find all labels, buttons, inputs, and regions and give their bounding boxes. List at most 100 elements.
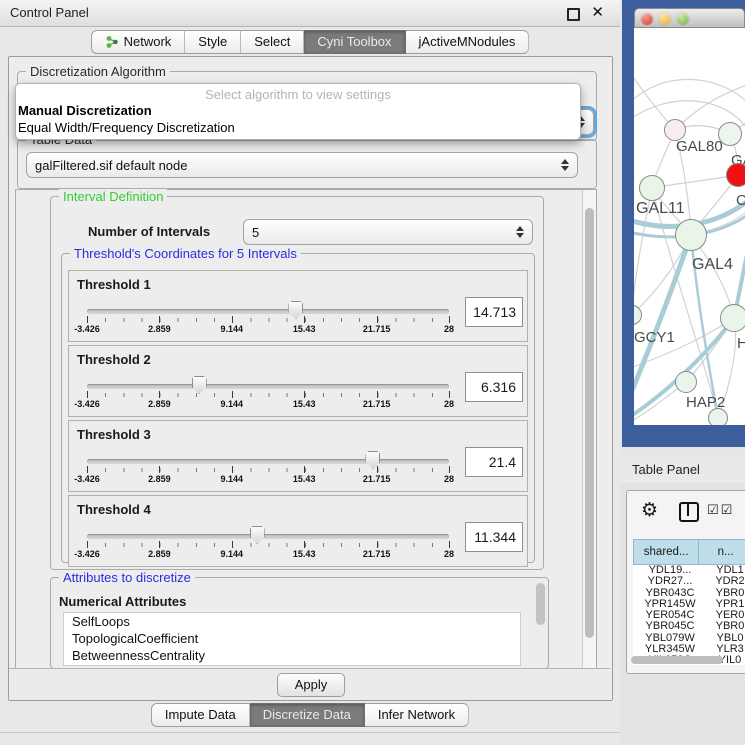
attribute-list-item[interactable]: TopologicalCoefficient <box>64 630 520 647</box>
threshold-3-value-field[interactable]: 21.4 <box>465 447 523 477</box>
network-node-label: GAL80 <box>676 138 723 155</box>
slider-tick-label: 15.43 <box>293 324 316 334</box>
threshold-4-value-field[interactable]: 11.344 <box>465 522 523 552</box>
table-cell: YBR0 <box>707 588 745 599</box>
close-traffic-light-icon[interactable] <box>641 13 653 25</box>
float-window-icon[interactable] <box>567 8 580 21</box>
network-node[interactable] <box>675 219 707 251</box>
threshold-3-label: Threshold 3 <box>77 427 151 442</box>
table-cell: YPR1 <box>707 599 745 610</box>
threshold-3-slider-track[interactable] <box>87 459 449 464</box>
threshold-1-value-field[interactable]: 14.713 <box>465 297 523 327</box>
threshold-3-row: Threshold 3 -3.4262.8599.14415.4321.7152… <box>68 420 528 492</box>
table-row[interactable]: YBR045C YBR0 <box>633 621 745 632</box>
number-of-intervals-combobox[interactable]: 5 <box>243 219 533 245</box>
control-panel-title: Control Panel <box>10 5 89 20</box>
columns-icon[interactable] <box>679 502 699 522</box>
popup-option-equal-width-frequency[interactable]: Equal Width/Frequency Discretization <box>16 119 580 136</box>
control-panel-window: Control Panel ✕ Network Style Select Cyn… <box>0 0 620 745</box>
table-rows: YDL19... YDL1 YDR27... YDR2 YBR043C YBR0 <box>633 565 745 665</box>
bottom-tab-bar: Impute Data Discretize Data Infer Networ… <box>0 703 620 727</box>
slider-major-tick <box>159 466 160 473</box>
table-cell: YDL19... <box>633 565 707 576</box>
checkboxes-icon[interactable]: ☑☑ <box>707 503 734 518</box>
settings-scrollbar-thumb[interactable] <box>585 208 594 638</box>
attributes-list-scrollbar[interactable] <box>536 583 545 625</box>
network-node[interactable] <box>639 175 665 201</box>
network-node-label: GCY1 <box>634 329 675 346</box>
top-tab-bar: Network Style Select Cyni Toolbox jActiv… <box>0 30 620 54</box>
threshold-1-slider-track[interactable] <box>87 309 449 314</box>
settings-scrollbar-track[interactable] <box>582 190 596 668</box>
tab-jactivemnodules[interactable]: jActiveMNodules <box>406 30 530 54</box>
table-row[interactable]: YBR043C YBR0 <box>633 588 745 599</box>
tab-discretize-data[interactable]: Discretize Data <box>250 703 365 727</box>
table-data-combobox[interactable]: galFiltered.sif default node <box>26 152 578 178</box>
threshold-2-label: Threshold 2 <box>77 352 151 367</box>
table-data-combobox-value: galFiltered.sif default node <box>35 158 561 173</box>
table-row[interactable]: YLR345W YLR3 <box>633 644 745 655</box>
tab-select[interactable]: Select <box>241 30 304 54</box>
threshold-4-slider-track[interactable] <box>87 534 449 539</box>
network-node[interactable] <box>726 163 745 187</box>
slider-major-tick <box>304 466 305 473</box>
table-panel-titlebar: Table Panel <box>620 455 745 484</box>
table-row[interactable]: YDR27... YDR2 <box>633 576 745 587</box>
tab-infer-network[interactable]: Infer Network <box>365 703 469 727</box>
tab-impute-data[interactable]: Impute Data <box>151 703 250 727</box>
table-cell: YDR27... <box>633 576 707 587</box>
network-node[interactable] <box>675 371 697 393</box>
tab-style[interactable]: Style <box>185 30 241 54</box>
tab-network[interactable]: Network <box>91 30 186 54</box>
threshold-2-slider-track[interactable] <box>87 384 449 389</box>
threshold-2-value-field[interactable]: 6.316 <box>465 372 523 402</box>
slider-major-tick <box>232 316 233 323</box>
table-row[interactable]: YPR145W YPR1 <box>633 599 745 610</box>
slider-tick-labels: -3.4262.8599.14415.4321.71528 <box>87 474 449 486</box>
slider-tick-label: 9.144 <box>221 549 244 559</box>
tab-cyni-toolbox[interactable]: Cyni Toolbox <box>304 30 405 54</box>
popup-option-manual-discretization[interactable]: Manual Discretization <box>16 102 580 119</box>
slider-tick-label: 9.144 <box>221 324 244 334</box>
network-node[interactable] <box>718 122 742 146</box>
slider-tick-label: 28 <box>444 324 454 334</box>
attribute-list-item[interactable]: SelfLoops <box>64 613 520 630</box>
column-header-name[interactable]: n... <box>699 539 745 565</box>
attribute-list-item[interactable]: BetweennessCentrality <box>64 647 520 664</box>
slider-tick-label: -3.426 <box>74 324 100 334</box>
interval-definition-groupbox: Interval Definition Number of Intervals … <box>50 196 544 570</box>
slider-major-tick <box>87 316 88 323</box>
network-node[interactable] <box>720 304 745 332</box>
table-cell: YER054C <box>633 610 707 621</box>
slider-major-tick <box>159 541 160 548</box>
table-row[interactable]: YDL19... YDL1 <box>633 565 745 576</box>
minimize-traffic-light-icon[interactable] <box>659 13 671 25</box>
attributes-groupbox: Attributes to discretize Numerical Attri… <box>50 577 549 669</box>
zoom-traffic-light-icon[interactable] <box>677 13 689 25</box>
slider-tick-label: 21.715 <box>363 324 391 334</box>
apply-button[interactable]: Apply <box>277 673 345 697</box>
network-node[interactable] <box>708 408 728 425</box>
column-header-shared-name[interactable]: shared... <box>633 539 699 565</box>
table-horizontal-scrollbar[interactable] <box>631 656 723 664</box>
slider-tick-label: -3.426 <box>74 399 100 409</box>
slider-tick-label: 2.859 <box>148 549 171 559</box>
number-of-intervals-value: 5 <box>252 225 516 240</box>
slider-tick-labels: -3.4262.8599.14415.4321.71528 <box>87 399 449 411</box>
table-row[interactable]: YER054C YER0 <box>633 610 745 621</box>
close-icon[interactable]: ✕ <box>591 3 604 21</box>
slider-major-tick <box>304 391 305 398</box>
table-row[interactable]: YBL079W YBL0 <box>633 633 745 644</box>
slider-major-tick <box>87 391 88 398</box>
table-cell: YLR3 <box>707 644 745 655</box>
numerical-attributes-list: SelfLoopsTopologicalCoefficientBetweenne… <box>63 612 521 666</box>
network-node-label: GAL11 <box>636 200 685 218</box>
threshold-4-row: Threshold 4 -3.4262.8599.14415.4321.7152… <box>68 495 528 567</box>
table-cell: YLR345W <box>633 644 707 655</box>
network-canvas[interactable]: GAL80GACGAL11GAL4GCY1HHAP2 <box>634 28 745 425</box>
slider-major-tick <box>87 541 88 548</box>
slider-tick-label: 9.144 <box>221 474 244 484</box>
tab-infer-network-label: Infer Network <box>378 704 455 726</box>
slider-tick-label: 2.859 <box>148 474 171 484</box>
gear-icon[interactable]: ⚙ <box>641 499 658 521</box>
